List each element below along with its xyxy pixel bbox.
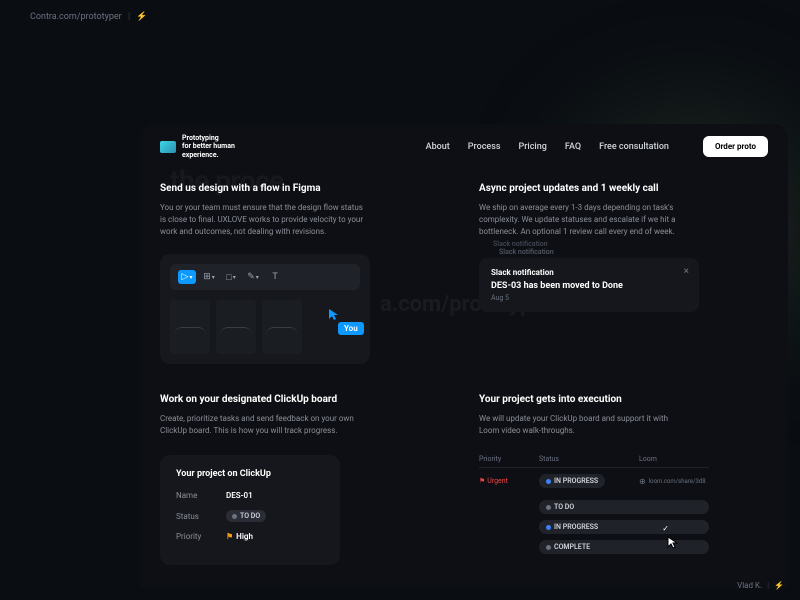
status-option-todo[interactable]: TO DO (539, 500, 709, 514)
section-title: Work on your designated ClickUp board (160, 394, 449, 405)
section-clickup: Work on your designated ClickUp board Cr… (160, 394, 449, 565)
slack-title: Slack notification (491, 268, 687, 277)
logo[interactable]: Prototyping for better human experience. (160, 134, 235, 159)
nav-about[interactable]: About (426, 142, 450, 152)
nav-pricing[interactable]: Pricing (519, 142, 547, 152)
status-pill-inprogress[interactable]: IN PROGRESS (539, 474, 605, 488)
flag-icon: ⚑ (479, 477, 485, 485)
status-option-inprogress[interactable]: IN PROGRESS (539, 520, 709, 534)
text-tool-icon[interactable]: T (266, 270, 284, 284)
author-credit: Vlad K. | ⚡ (737, 581, 784, 590)
clickup-card: Your project on ClickUp Name DES-01 Stat… (160, 455, 340, 565)
table-row: ⚑Urgent IN PROGRESS loom.com/share/3d8 (479, 468, 709, 494)
credit-icon: ⚡ (774, 581, 784, 590)
status-badge[interactable]: TO DO (226, 510, 266, 522)
clickup-heading: Your project on ClickUp (176, 469, 324, 479)
priority-urgent: ⚑Urgent (479, 477, 539, 485)
clickup-priority-row: Priority ⚑High (176, 532, 324, 541)
shape-tool-icon[interactable]: □▾ (222, 270, 240, 284)
section-execution: Your project gets into execution We will… (479, 394, 768, 565)
content-grid: Send us design with a flow in Figma You … (140, 169, 788, 579)
nav-faq[interactable]: FAQ (565, 142, 581, 152)
browser-url: Contra.com/prototyper (30, 12, 122, 22)
logo-icon (160, 141, 176, 153)
cursor-label: You (338, 322, 364, 335)
slack-message: DES-03 has been moved to Done (491, 281, 687, 291)
figma-frame[interactable] (216, 300, 256, 354)
status-table: Priority Status Loom ⚑Urgent IN PROGRESS… (479, 451, 709, 554)
pen-tool-icon[interactable]: ✎▾ (244, 270, 262, 284)
figma-frame[interactable] (262, 300, 302, 354)
slack-notification-card: Slack notification Slack notification Sl… (479, 258, 699, 312)
section-body: Create, prioritize tasks and send feedba… (160, 413, 370, 437)
nav-links: About Process Pricing FAQ Free consultat… (426, 142, 669, 152)
section-title: Send us design with a flow in Figma (160, 183, 449, 194)
status-dropdown: TO DO IN PROGRESS COMPLETE ✓ (479, 500, 709, 554)
status-option-complete[interactable]: COMPLETE (539, 540, 709, 554)
collaborator-cursor: You (328, 308, 340, 322)
section-title: Your project gets into execution (479, 394, 768, 405)
close-icon[interactable]: × (684, 266, 689, 277)
loom-link[interactable]: loom.com/share/3d8 (639, 477, 709, 486)
slack-ghost-text: Slack notification (499, 248, 554, 256)
section-body: We will update your ClickUp board and su… (479, 413, 689, 437)
logo-text: Prototyping for better human experience. (182, 134, 235, 159)
slack-date: Aug 5 (491, 294, 687, 302)
browser-url-bar: Contra.com/prototyper | ⚡ (30, 12, 148, 22)
nav-consult[interactable]: Free consultation (599, 142, 669, 152)
section-figma: Send us design with a flow in Figma You … (160, 183, 449, 364)
table-header: Priority Status Loom (479, 451, 709, 468)
browser-icon: ⚡ (136, 12, 147, 22)
app-window: the proce Prototyping for better human e… (140, 124, 788, 588)
section-body: We ship on average every 1-3 days depend… (479, 202, 689, 238)
check-icon: ✓ (662, 524, 669, 533)
slack-ghost-text: Slack notification (493, 240, 548, 248)
section-title: Async project updates and 1 weekly call (479, 183, 768, 194)
clickup-name-row: Name DES-01 (176, 491, 324, 500)
move-tool-icon[interactable]: ▷▾ (178, 270, 196, 284)
section-body: You or your team must ensure that the de… (160, 202, 370, 238)
figma-frame[interactable] (170, 300, 210, 354)
figma-panel: ▷▾ ⊞▾ □▾ ✎▾ T You (160, 254, 370, 364)
nav-process[interactable]: Process (468, 142, 501, 152)
flag-icon: ⚑ (226, 532, 233, 541)
figma-frames: You (170, 300, 360, 354)
cursor-icon (667, 535, 679, 554)
section-async: Async project updates and 1 weekly call … (479, 183, 768, 364)
clickup-status-row: Status TO DO (176, 510, 324, 522)
figma-toolbar: ▷▾ ⊞▾ □▾ ✎▾ T (170, 264, 360, 290)
navbar: Prototyping for better human experience.… (140, 124, 788, 169)
frame-tool-icon[interactable]: ⊞▾ (200, 270, 218, 284)
order-proto-button[interactable]: Order proto (703, 136, 768, 157)
